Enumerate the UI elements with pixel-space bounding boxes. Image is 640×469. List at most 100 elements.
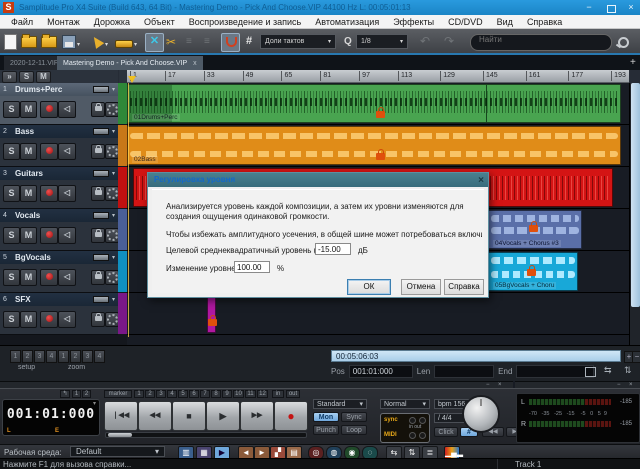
tab-project-1[interactable]: 2020-12-11.VIP: [4, 56, 65, 70]
track-fader[interactable]: [93, 170, 109, 177]
jog-wheel[interactable]: [462, 395, 500, 433]
track-header-3[interactable]: 3Guitars▾ S M ◁: [0, 167, 118, 209]
track-fader[interactable]: [93, 86, 109, 93]
quantize-select[interactable]: 1/8▾: [356, 34, 408, 49]
new-project-icon[interactable]: [4, 34, 17, 50]
track-settings-button[interactable]: [105, 312, 119, 327]
lock-button[interactable]: [91, 228, 105, 243]
marker-11-button[interactable]: 11: [245, 390, 256, 398]
object-mode-dropdown-icon[interactable]: ▾: [134, 41, 137, 48]
track-settings-button[interactable]: [105, 186, 119, 201]
save-icon[interactable]: [62, 35, 76, 49]
audio-object-sfx[interactable]: [207, 294, 216, 333]
track-settings-button[interactable]: [105, 270, 119, 285]
import-audio-icon[interactable]: [41, 36, 57, 48]
mute-button[interactable]: M: [20, 143, 37, 160]
timeline-ruler[interactable]: 117 3349 6581 97113 129145 161177 193: [127, 70, 629, 83]
swap-horizontal-icon[interactable]: ⇆: [604, 365, 612, 376]
marker-10-button[interactable]: 10: [233, 390, 244, 398]
horizontal-scrollbar[interactable]: 00:05:06:03: [331, 350, 621, 362]
record-arm-button[interactable]: [40, 311, 58, 328]
monitor-button[interactable]: ◁: [58, 143, 76, 160]
cancel-button[interactable]: Отмена: [401, 279, 441, 295]
lock-button[interactable]: [91, 312, 105, 327]
marker-7-button[interactable]: 7: [200, 390, 210, 398]
menu-file[interactable]: Файл: [4, 17, 40, 27]
split-objects-icon[interactable]: ✂: [166, 35, 176, 49]
marker-9-button[interactable]: 9: [222, 390, 232, 398]
marker-6-button[interactable]: 6: [189, 390, 199, 398]
end-value[interactable]: [516, 365, 594, 378]
audio-object-vocals[interactable]: 04Vocals + Chorus #3: [488, 210, 582, 249]
minimize-button[interactable]: −: [584, 3, 594, 12]
transport-slider[interactable]: [105, 432, 307, 438]
track-header-5[interactable]: 5BgVocals▾ S M ◁: [0, 251, 118, 293]
mute-button[interactable]: M: [20, 227, 37, 244]
track-header-2[interactable]: 2Bass▾ S M ◁: [0, 125, 118, 167]
group-objects-icon[interactable]: ≡: [186, 36, 192, 47]
level-change-input[interactable]: [234, 261, 270, 273]
tab-close-icon[interactable]: x: [193, 60, 197, 67]
mouse-mode-dropdown-icon[interactable]: ▾: [105, 41, 108, 48]
redo-icon[interactable]: ↷: [444, 34, 454, 48]
tab-project-2[interactable]: Mastering Demo - Pick And Choose.VIP x: [57, 56, 203, 70]
track-fader[interactable]: [93, 254, 109, 261]
monitor-button[interactable]: ◁: [58, 227, 76, 244]
snap-magnet-icon[interactable]: [221, 33, 240, 52]
crossfade-editor-icon[interactable]: ✕: [145, 33, 164, 52]
rewind-button[interactable]: ◀◀: [138, 401, 172, 431]
object-mode-icon[interactable]: [115, 40, 133, 48]
play-mode-select[interactable]: Normal▾: [380, 399, 430, 409]
slider-thumb[interactable]: [108, 433, 132, 437]
record-button[interactable]: ●: [274, 401, 308, 431]
track-fader[interactable]: [93, 128, 109, 135]
setup-2-button[interactable]: 2: [22, 350, 33, 363]
menu-edit[interactable]: Монтаж: [40, 17, 87, 27]
monitor-toggle-button[interactable]: Mon: [313, 412, 339, 422]
marker-1-button[interactable]: 1: [134, 390, 144, 398]
setup-3-button[interactable]: 3: [34, 350, 45, 363]
track-settings-button[interactable]: [105, 228, 119, 243]
time-display[interactable]: 001:01:000 L E ▾: [2, 399, 100, 436]
track-header-6[interactable]: 6SFX▾ S M ◁: [0, 293, 118, 335]
sync-midi-panel[interactable]: sync in out MIDI: [380, 413, 430, 443]
search-input[interactable]: [471, 35, 627, 44]
tab-add-icon[interactable]: +: [630, 57, 636, 68]
chevron-down-icon[interactable]: ▾: [93, 400, 96, 407]
chevron-down-icon[interactable]: ▾: [112, 212, 115, 219]
marker-4-button[interactable]: 4: [167, 390, 177, 398]
track-settings-button[interactable]: [105, 144, 119, 159]
monitor-button[interactable]: ◁: [58, 311, 76, 328]
audio-object-bgvocals[interactable]: 05BgVocals + Choru: [488, 252, 578, 291]
monitor-button[interactable]: ◁: [58, 269, 76, 286]
zoom-2-button[interactable]: 2: [70, 350, 81, 363]
audio-object-bass[interactable]: 02Bass: [127, 126, 621, 165]
range-1-button[interactable]: 1: [72, 390, 81, 398]
search-icon[interactable]: [618, 37, 629, 48]
undo-icon[interactable]: ↶: [420, 34, 430, 48]
lock-button[interactable]: [91, 102, 105, 117]
rms-input[interactable]: [315, 243, 351, 255]
zoom-1-button[interactable]: 1: [58, 350, 69, 363]
chevron-down-icon[interactable]: ▾: [112, 86, 115, 93]
maximize-button[interactable]: [607, 5, 616, 13]
menu-object[interactable]: Объект: [137, 17, 182, 27]
dialog-close-icon[interactable]: ×: [478, 174, 484, 188]
snap-mode-select[interactable]: Доли тактов▾: [260, 34, 336, 49]
record-arm-button[interactable]: [40, 227, 58, 244]
solo-button[interactable]: S: [3, 101, 20, 118]
forward-button[interactable]: ▶▶: [240, 401, 274, 431]
marker-5-button[interactable]: 5: [178, 390, 188, 398]
record-arm-button[interactable]: [40, 185, 58, 202]
audio-object-drums[interactable]: 01Drums+Perc: [127, 84, 621, 123]
record-arm-button[interactable]: [40, 143, 58, 160]
len-value[interactable]: [434, 365, 494, 378]
record-arm-button[interactable]: [40, 269, 58, 286]
record-arm-button[interactable]: [40, 101, 58, 118]
collapse-all-button[interactable]: »: [2, 71, 17, 83]
marker-out-button[interactable]: out: [286, 390, 300, 398]
solo-button[interactable]: S: [3, 227, 20, 244]
play-button[interactable]: ▶: [206, 401, 240, 431]
track-header-1[interactable]: 1Drums+Perc▾ S M ◁: [0, 83, 118, 125]
sync-toggle-button[interactable]: Sync: [341, 412, 367, 422]
